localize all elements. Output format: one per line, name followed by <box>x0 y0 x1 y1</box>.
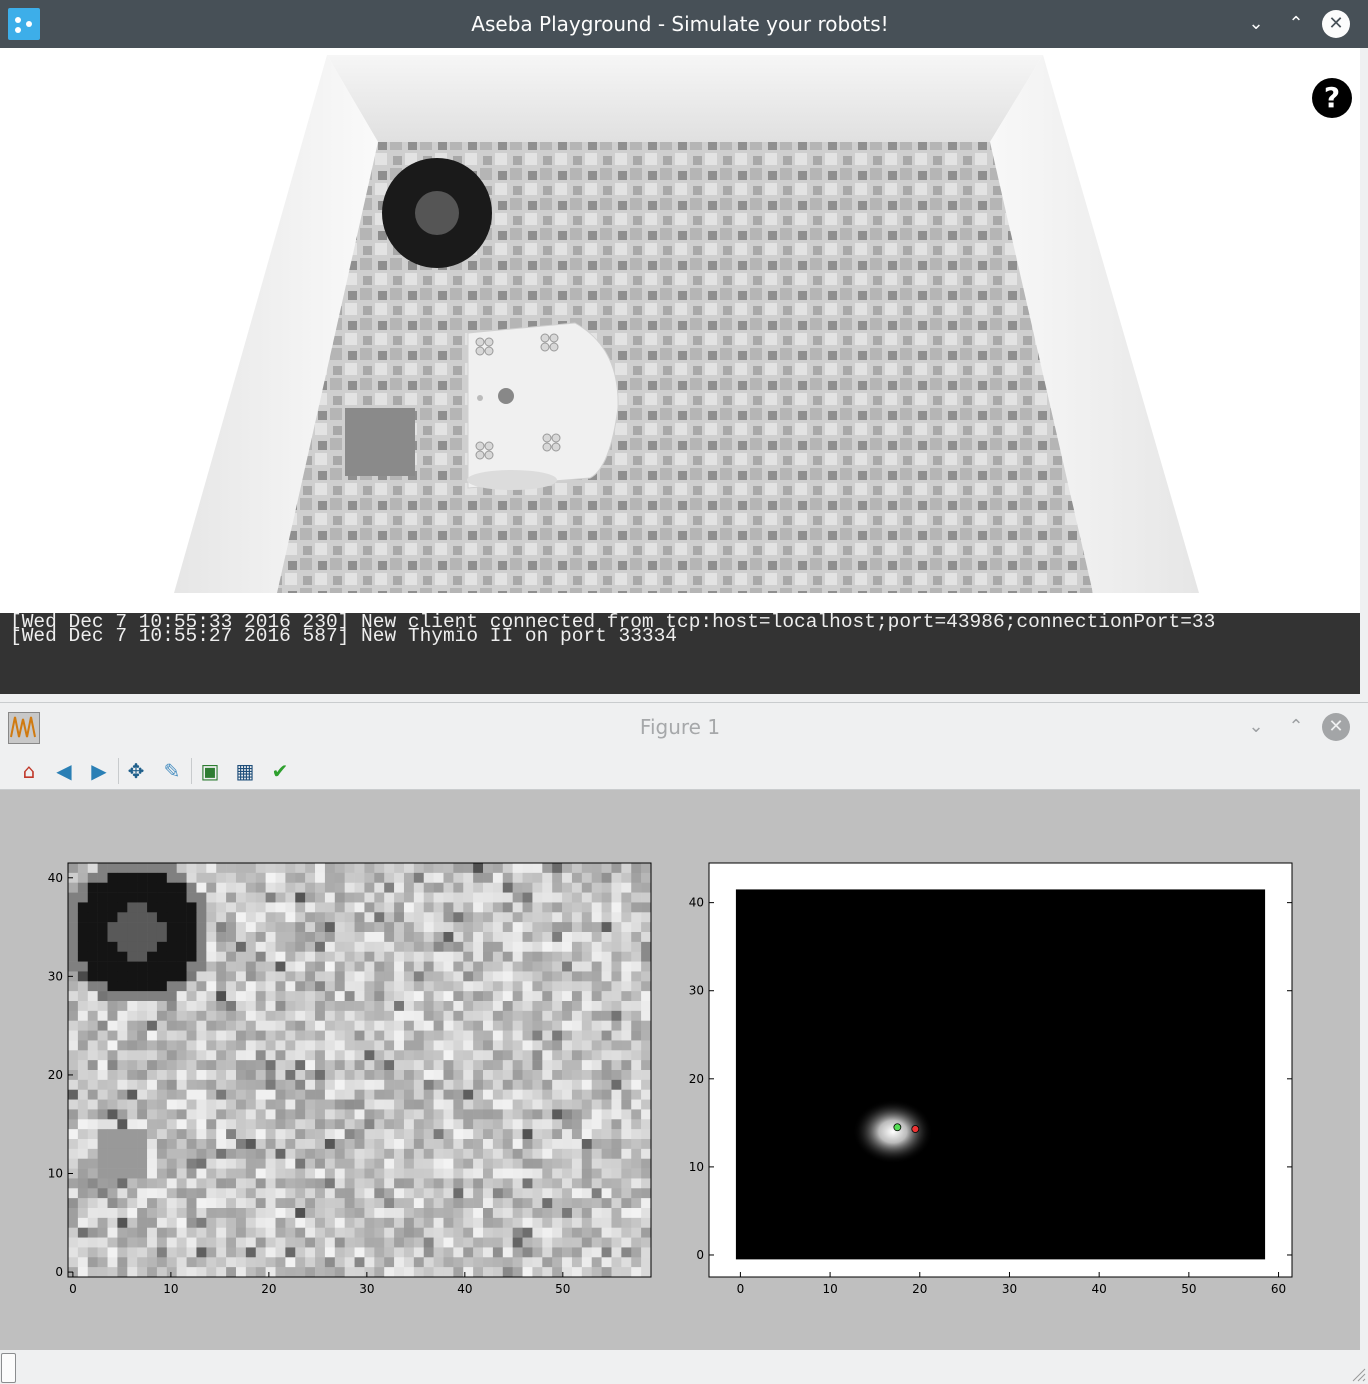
toolbar-separator <box>118 758 119 784</box>
figure-canvas[interactable]: 0 10 20 30 40 50 0 10 20 30 40 0 10 20 30 40 50 60 0 10 20 30… <box>0 790 1360 1350</box>
resize-grip-icon[interactable] <box>1350 1366 1366 1382</box>
figure-titlebar[interactable]: Figure 1 ⌄ ⌃ ✕ <box>0 702 1368 753</box>
arena-back-wall <box>327 55 1043 142</box>
playground-titlebar[interactable]: Aseba Playground - Simulate your robots!… <box>0 0 1368 48</box>
thymio-robot <box>467 322 619 490</box>
window-title: Aseba Playground - Simulate your robots! <box>471 12 889 36</box>
x-tick-label: 10 <box>163 1282 178 1296</box>
figure-title: Figure 1 <box>639 715 721 739</box>
y-tick-label: 40 <box>48 871 63 885</box>
y-tick-label: 20 <box>689 1072 704 1086</box>
y-tick-label: 0 <box>696 1248 704 1262</box>
x-tick-label: 60 <box>1271 1282 1286 1296</box>
window-border <box>1360 48 1368 698</box>
x-tick-label: 50 <box>1181 1282 1196 1296</box>
help-button[interactable]: ? <box>1312 78 1352 118</box>
pan-icon[interactable]: ✥ <box>122 757 150 785</box>
maximize-icon[interactable]: ⌃ <box>1282 713 1310 741</box>
close-icon[interactable]: ✕ <box>1322 10 1350 38</box>
heatmap-background <box>735 889 1266 1260</box>
figure-plots: 0 10 20 30 40 50 0 10 20 30 40 0 10 20 30 40 50 60 0 10 20 30… <box>48 862 1293 1296</box>
estimate-point <box>893 1123 902 1132</box>
true-position-point <box>911 1125 920 1133</box>
y-tick-label: 40 <box>689 896 704 910</box>
arena-scene <box>174 55 1199 593</box>
y-tick-label: 20 <box>48 1068 63 1082</box>
close-icon[interactable]: ✕ <box>1322 713 1350 741</box>
customize-icon[interactable]: ✔ <box>266 757 294 785</box>
y-tick-label: 30 <box>689 984 704 998</box>
floor-square-mark <box>345 408 415 476</box>
status-grip[interactable] <box>1 1353 16 1383</box>
status-bar <box>0 1350 1368 1384</box>
floor-ring-center <box>415 191 459 235</box>
back-icon[interactable]: ◀ <box>50 757 78 785</box>
x-tick-label: 0 <box>737 1282 745 1296</box>
maximize-icon[interactable]: ⌃ <box>1282 10 1310 38</box>
chart-2: 0 10 20 30 40 50 60 0 10 20 30 40 <box>689 862 1293 1296</box>
x-tick-label: 30 <box>359 1282 374 1296</box>
x-tick-label: 40 <box>457 1282 472 1296</box>
x-tick-label: 10 <box>822 1282 837 1296</box>
x-tick-label: 20 <box>912 1282 927 1296</box>
home-icon[interactable]: ⌂ <box>15 757 43 785</box>
minimize-icon[interactable]: ⌄ <box>1242 10 1270 38</box>
window-separator <box>0 694 1368 702</box>
y-tick-label: 10 <box>48 1167 63 1181</box>
chart-1: 0 10 20 30 40 50 0 10 20 30 40 <box>48 862 652 1296</box>
heatmap-cells <box>68 863 652 1278</box>
x-tick-label: 50 <box>555 1282 570 1296</box>
x-tick-label: 40 <box>1092 1282 1107 1296</box>
x-tick-label: 20 <box>261 1282 276 1296</box>
minimize-icon[interactable]: ⌄ <box>1242 713 1270 741</box>
subplots-icon[interactable]: ▣ <box>196 757 224 785</box>
y-tick-label: 10 <box>689 1160 704 1174</box>
x-tick-label: 0 <box>69 1282 77 1296</box>
probability-blob <box>852 1099 933 1164</box>
y-tick-label: 0 <box>55 1265 63 1279</box>
forward-icon[interactable]: ▶ <box>85 757 113 785</box>
zoom-icon[interactable]: ✎ <box>158 757 186 785</box>
save-icon[interactable]: ▦ <box>231 757 259 785</box>
figure-toolbar: ⌂ ◀ ▶ ✥ ✎ ▣ ▦ ✔ <box>0 752 1360 790</box>
x-tick-label: 30 <box>1002 1282 1017 1296</box>
3d-arena-view[interactable]: ? <box>0 48 1360 613</box>
y-tick-label: 30 <box>48 969 63 983</box>
log-console[interactable]: [Wed Dec 7 10:55:33 2016 230] New client… <box>0 613 1360 694</box>
toolbar-separator <box>191 758 192 784</box>
